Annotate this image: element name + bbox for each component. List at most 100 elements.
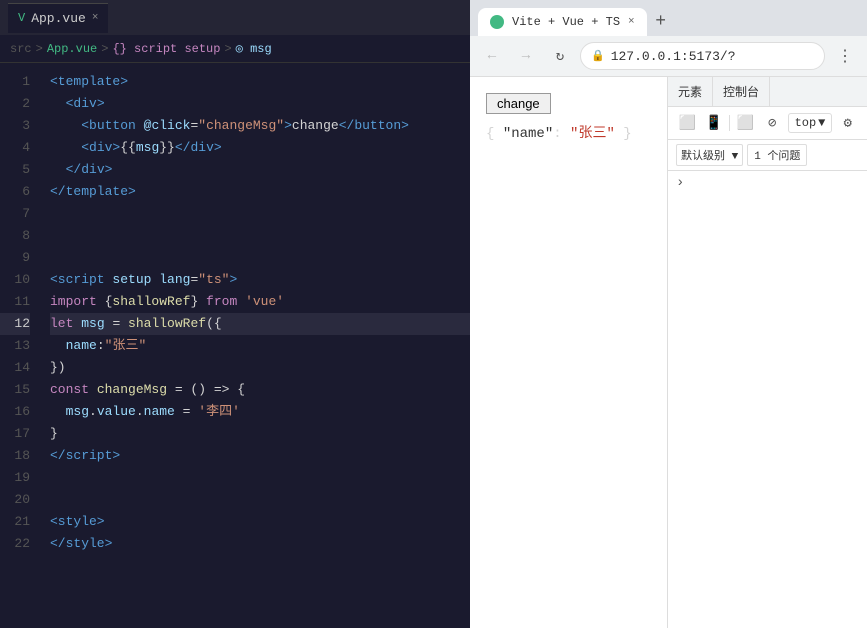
code-line-13: name:"张三" — [50, 335, 470, 357]
devtools-tab-console[interactable]: 控制台 — [713, 77, 770, 106]
bc-arrow3: > — [224, 42, 231, 56]
devtools-tab-elements[interactable]: 元素 — [668, 77, 713, 106]
json-output: { "name": "张三" } — [486, 122, 651, 142]
inspect-icon-btn[interactable]: ⬜ — [676, 111, 699, 135]
ln-12-active: 12 — [0, 313, 30, 335]
ln-10: 10 — [0, 269, 30, 291]
secure-icon: 🔒 — [591, 49, 605, 63]
ln-8: 8 — [0, 225, 30, 247]
devtools-toolbar: ⬜ 📱 ⬜ ⊘ top ▼ ⚙ — [668, 107, 867, 140]
device-icon-btn[interactable]: 📱 — [703, 111, 726, 135]
browser-tab-label: Vite + Vue + TS — [512, 15, 620, 29]
devtools-body: › — [668, 171, 867, 628]
code-line-17: } — [50, 423, 470, 445]
line-numbers: 1 2 3 4 5 6 7 8 9 10 11 12 13 14 15 16 1… — [0, 63, 40, 628]
app-vue-tab[interactable]: V App.vue × — [8, 3, 108, 33]
code-line-8 — [50, 225, 470, 247]
code-line-5: </div> — [50, 159, 470, 181]
toolbar-separator — [729, 115, 730, 131]
code-line-4: <div>{{msg}}</div> — [50, 137, 470, 159]
breadcrumb-msg[interactable]: ◎ msg — [236, 41, 272, 56]
ln-6: 6 — [0, 181, 30, 203]
code-line-20 — [50, 489, 470, 511]
json-value-name: "张三" — [570, 126, 615, 142]
settings-icon-btn[interactable]: ⚙ — [836, 111, 859, 135]
issue-count-badge: 1 个问题 — [747, 144, 807, 166]
ln-20: 20 — [0, 489, 30, 511]
ln-7: 7 — [0, 203, 30, 225]
code-line-7 — [50, 203, 470, 225]
ln-9: 9 — [0, 247, 30, 269]
ln-21: 21 — [0, 511, 30, 533]
code-line-10: <script setup lang="ts"> — [50, 269, 470, 291]
ln-1: 1 — [0, 71, 30, 93]
chevron-right-icon[interactable]: › — [676, 175, 684, 191]
vue-tab-icon: V — [18, 11, 25, 25]
json-brace-close: } — [615, 126, 632, 142]
code-line-2: <div> — [50, 93, 470, 115]
browser-content: change { "name": "张三" } 元素 控制台 ⬜ 📱 ⬜ ⊘ t… — [470, 77, 867, 628]
ln-16: 16 — [0, 401, 30, 423]
code-line-3: <button @click="changeMsg">change</butto… — [50, 115, 470, 137]
back-button[interactable]: ← — [478, 42, 506, 70]
ban-icon-btn[interactable]: ⊘ — [761, 111, 784, 135]
code-line-14: }) — [50, 357, 470, 379]
browser-page: change { "name": "张三" } — [470, 77, 667, 628]
ln-4: 4 — [0, 137, 30, 159]
code-line-6: </template> — [50, 181, 470, 203]
editor-tabs: V App.vue × — [0, 0, 470, 35]
breadcrumb-file[interactable]: App.vue — [47, 42, 97, 56]
ln-2: 2 — [0, 93, 30, 115]
top-label: top — [795, 116, 817, 130]
forward-button[interactable]: → — [512, 42, 540, 70]
filter-level-select[interactable]: 默认级别 ▼ — [676, 144, 743, 166]
editor-panel: V App.vue × src > App.vue > {} script se… — [0, 0, 470, 628]
ln-22: 22 — [0, 533, 30, 555]
code-area: 1 2 3 4 5 6 7 8 9 10 11 12 13 14 15 16 1… — [0, 63, 470, 628]
top-arrow: ▼ — [818, 116, 825, 130]
vite-favicon — [490, 15, 504, 29]
tab-label: App.vue — [31, 11, 86, 26]
sidebar-icon-btn[interactable]: ⬜ — [734, 111, 757, 135]
ln-18: 18 — [0, 445, 30, 467]
ln-19: 19 — [0, 467, 30, 489]
devtools-tabs: 元素 控制台 — [668, 77, 867, 107]
ln-14: 14 — [0, 357, 30, 379]
code-line-15: const changeMsg = () => { — [50, 379, 470, 401]
reload-button[interactable]: ↻ — [546, 42, 574, 70]
breadcrumb: src > App.vue > {} script setup > ◎ msg — [0, 35, 470, 63]
devtools-panel: 元素 控制台 ⬜ 📱 ⬜ ⊘ top ▼ ⚙ 默认级别 ▼ — [667, 77, 867, 628]
browser-nav-bar: ← → ↻ 🔒 127.0.0.1:5173/? ⋮ — [470, 36, 867, 76]
bc-arrow2: > — [101, 42, 108, 56]
filter-level-arrow: ▼ — [732, 151, 739, 163]
json-brace-open: { — [486, 126, 503, 142]
ln-15: 15 — [0, 379, 30, 401]
code-line-22: </style> — [50, 533, 470, 555]
browser-tabs-bar: Vite + Vue + TS × + — [470, 0, 867, 36]
code-line-1: <template> — [50, 71, 470, 93]
code-content[interactable]: <template> <div> <button @click="changeM… — [40, 63, 470, 628]
browser-tab-vite[interactable]: Vite + Vue + TS × — [478, 8, 647, 36]
json-colon: : — [553, 126, 570, 142]
browser-tab-close-btn[interactable]: × — [628, 16, 635, 28]
code-line-18: </script> — [50, 445, 470, 467]
browser-panel: Vite + Vue + TS × + ← → ↻ 🔒 127.0.0.1:51… — [470, 0, 867, 628]
browser-chrome: Vite + Vue + TS × + ← → ↻ 🔒 127.0.0.1:51… — [470, 0, 867, 77]
bc-arrow1: > — [36, 42, 43, 56]
filter-level-label: 默认级别 — [681, 151, 725, 163]
code-line-19 — [50, 467, 470, 489]
address-bar[interactable]: 🔒 127.0.0.1:5173/? — [580, 42, 825, 70]
top-dropdown[interactable]: top ▼ — [788, 113, 833, 133]
change-button[interactable]: change — [486, 93, 551, 114]
breadcrumb-src: src — [10, 42, 32, 56]
tab-close-button[interactable]: × — [92, 12, 99, 24]
ln-17: 17 — [0, 423, 30, 445]
code-line-21: <style> — [50, 511, 470, 533]
code-line-12-active: let msg = shallowRef({ — [50, 313, 470, 335]
new-tab-button[interactable]: + — [647, 8, 675, 36]
ln-11: 11 — [0, 291, 30, 313]
code-line-9 — [50, 247, 470, 269]
code-line-16: msg.value.name = '李四' — [50, 401, 470, 423]
breadcrumb-script[interactable]: {} script setup — [112, 42, 220, 56]
browser-menu-button[interactable]: ⋮ — [831, 42, 859, 70]
